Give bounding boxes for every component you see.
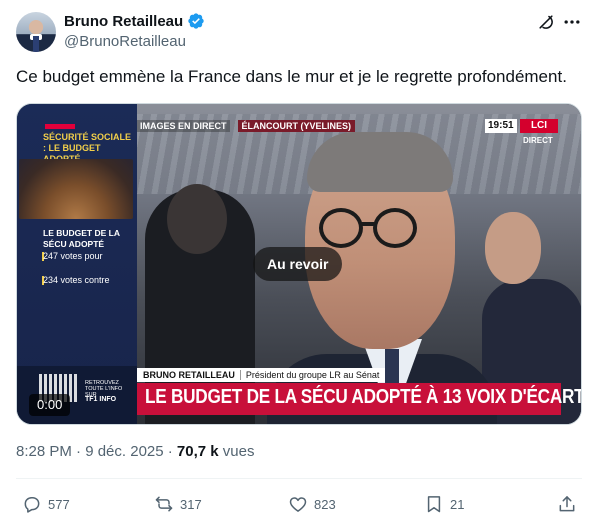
speaker-glasses-bridge — [361, 222, 375, 226]
avatar[interactable] — [16, 12, 56, 52]
senate-image — [19, 159, 133, 219]
votes-against: 234 votes contre — [43, 275, 110, 285]
views-count: 70,7 k — [176, 443, 219, 460]
repost-button[interactable]: 317 — [154, 490, 202, 518]
tweet-text: Ce budget emmène la France dans le mur e… — [16, 67, 567, 86]
author-handle[interactable]: @BrunoRetailleau — [64, 33, 186, 50]
direct-label: DIRECT — [523, 136, 553, 145]
share-button[interactable] — [557, 490, 577, 518]
like-icon — [289, 497, 307, 512]
bookmark-icon — [427, 496, 441, 513]
broadcast-headline: LE BUDGET DE LA SÉCU ADOPTÉ À 13 VOIX D'… — [145, 386, 582, 408]
broadcast-clock: 19:51 — [485, 119, 517, 133]
views-label: vues — [218, 443, 255, 460]
repost-icon — [155, 496, 173, 512]
location-label: ÉLANCOURT (YVELINES) — [237, 120, 356, 132]
grok-icon[interactable] — [536, 12, 556, 32]
left-panel-badge — [45, 124, 75, 129]
speaker-role: Président du groupe LR au Sénat — [245, 370, 380, 380]
reply-button[interactable]: 577 — [22, 490, 70, 518]
votes-for: 247 votes pour — [43, 251, 103, 261]
tweet-time-date[interactable]: 8:28 PM · 9 déc. 2025 · — [16, 443, 177, 460]
share-icon — [559, 496, 575, 512]
repost-count: 317 — [180, 496, 202, 512]
avatar-tie — [33, 36, 39, 52]
more-icon[interactable] — [562, 12, 582, 32]
name-strip-separator — [239, 370, 241, 380]
speaker-glasses-left — [319, 208, 363, 248]
video-timecode: 0:00 — [29, 394, 71, 416]
author-name[interactable]: Bruno Retailleau — [64, 13, 183, 30]
background-person-right-head — [485, 212, 541, 284]
tf1-info-label: TF1 INFO — [85, 396, 117, 403]
speaker-name-strip: BRUNO RETAILLEAU Président du groupe LR … — [137, 368, 386, 382]
channel-logo: LCI — [520, 119, 558, 133]
bookmark-button[interactable]: 21 — [424, 490, 464, 518]
tweet-meta: 8:28 PM · 9 déc. 2025 · 70,7 k vues — [16, 443, 255, 460]
speaker-name: BRUNO RETAILLEAU — [143, 370, 235, 380]
speaker-hair — [307, 132, 453, 192]
like-count: 823 — [314, 496, 336, 512]
verified-badge-icon — [188, 13, 204, 29]
like-button[interactable]: 823 — [288, 490, 336, 518]
left-panel-subtitle: LE BUDGET DE LA SÉCU ADOPTÉ — [43, 228, 120, 249]
video-caption-pill: Au revoir — [253, 247, 343, 281]
action-bar: 577 317 823 21 — [0, 490, 598, 518]
background-person-left-head — [167, 184, 227, 254]
broadcast-top-strip: IMAGES EN DIRECT ÉLANCOURT (YVELINES) — [137, 119, 356, 133]
reply-icon — [24, 497, 40, 513]
speaker-glasses-right — [373, 208, 417, 248]
live-label: IMAGES EN DIRECT — [137, 120, 230, 132]
video-player[interactable]: SÉCURITÉ SOCIALE : LE BUDGET ADOPTÉ LE B… — [16, 103, 582, 425]
reply-count: 577 — [48, 496, 70, 512]
bookmark-count: 21 — [450, 496, 465, 512]
actions-divider — [16, 478, 582, 479]
